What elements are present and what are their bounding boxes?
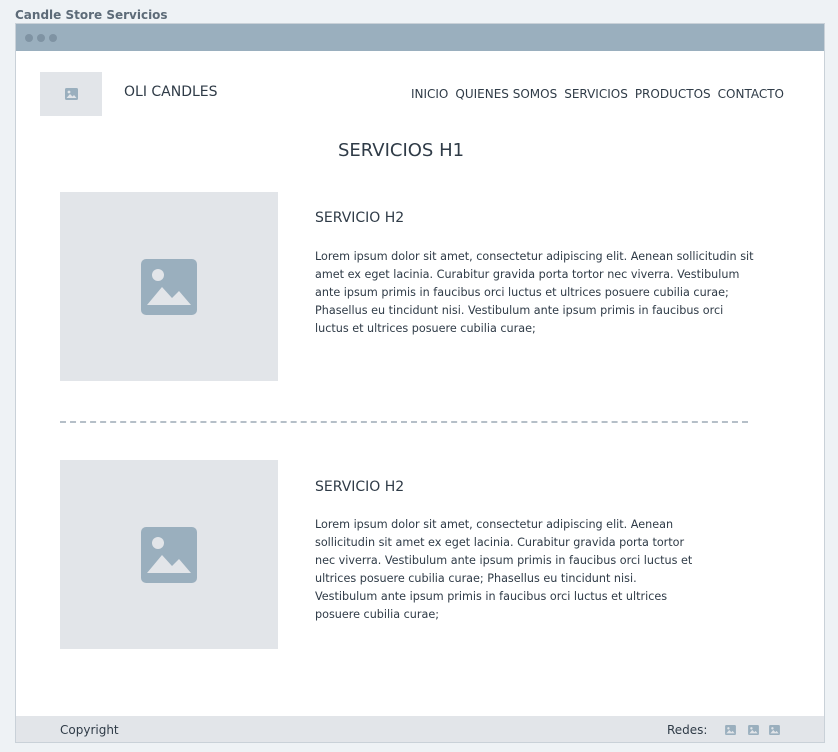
- nav-item-productos[interactable]: PRODUCTOS: [635, 87, 711, 101]
- image-placeholder-icon: [769, 724, 780, 735]
- brand-name[interactable]: OLI CANDLES: [124, 84, 218, 100]
- footer: Copyright Redes:: [16, 716, 824, 742]
- page-title: SERVICIOS H1: [337, 140, 465, 161]
- image-placeholder-icon: [64, 88, 78, 100]
- section-divider: [60, 421, 748, 423]
- social-link-1[interactable]: [725, 724, 736, 735]
- nav-item-inicio[interactable]: INICIO: [411, 87, 448, 101]
- image-placeholder-icon: [725, 724, 736, 735]
- image-placeholder-icon: [748, 724, 759, 735]
- social-link-2[interactable]: [748, 724, 759, 735]
- window-control-dot[interactable]: [25, 34, 33, 42]
- window-control-dot[interactable]: [49, 34, 57, 42]
- service-description: Lorem ipsum dolor sit amet, consectetur …: [315, 250, 754, 335]
- service-image: [60, 460, 278, 649]
- app-title: Candle Store Servicios: [15, 8, 168, 22]
- social-label: Redes:: [667, 723, 708, 737]
- image-placeholder-icon: [141, 526, 197, 583]
- service-image: [60, 192, 278, 381]
- nav-item-contacto[interactable]: CONTACTO: [718, 87, 784, 101]
- nav-item-quienes-somos[interactable]: QUIENES SOMOS: [455, 87, 557, 101]
- main-nav: INICIO QUIENES SOMOS SERVICIOS PRODUCTOS…: [411, 87, 784, 101]
- nav-item-servicios[interactable]: SERVICIOS: [564, 87, 628, 101]
- window-control-dot[interactable]: [37, 34, 45, 42]
- window-titlebar: [16, 24, 824, 51]
- social-link-3[interactable]: [769, 724, 780, 735]
- image-placeholder-icon: [141, 258, 197, 315]
- browser-window: OLI CANDLES INICIO QUIENES SOMOS SERVICI…: [15, 23, 825, 743]
- logo-placeholder[interactable]: [40, 72, 102, 116]
- service-description: Lorem ipsum dolor sit amet, consectetur …: [315, 518, 693, 621]
- service-heading: SERVICIO H2: [315, 479, 405, 495]
- service-heading: SERVICIO H2: [315, 210, 405, 226]
- copyright-text: Copyright: [60, 723, 119, 737]
